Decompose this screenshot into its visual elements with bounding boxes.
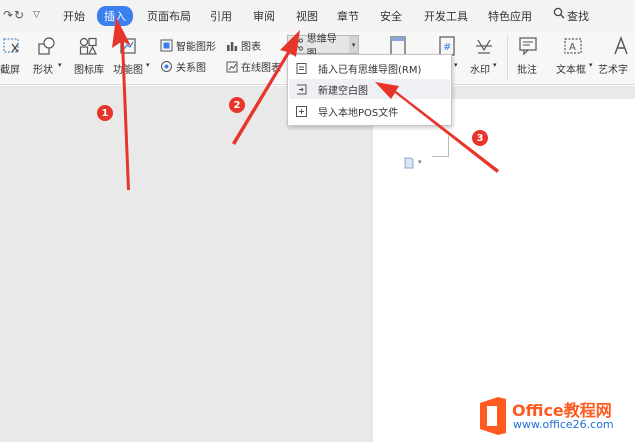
menu-special[interactable]: 特色应用 — [488, 8, 532, 24]
shapes-icon[interactable] — [37, 36, 57, 56]
comment-icon[interactable] — [518, 36, 538, 56]
document-icon — [296, 62, 307, 74]
svg-text:A: A — [569, 42, 576, 53]
chart-label: 图表 — [241, 42, 261, 53]
comment-button[interactable]: 批注 — [517, 61, 537, 76]
smart-graphic-button[interactable]: 智能图形 — [160, 38, 216, 53]
wordart-button[interactable]: 艺术字 — [598, 61, 628, 76]
menu-section[interactable]: 章节 — [337, 8, 359, 24]
menu-security[interactable]: 安全 — [380, 8, 402, 24]
chart-icon — [227, 41, 238, 51]
menu-insert[interactable]: 插入 — [97, 6, 133, 26]
refresh-icon[interactable]: ↻ — [14, 8, 24, 22]
watermark-dropdown-icon[interactable]: ▾ — [493, 61, 497, 69]
page-number-dropdown-icon[interactable]: ▾ — [454, 61, 458, 69]
menu-start[interactable]: 开始 — [63, 8, 85, 24]
textbox-button[interactable]: 文本框 — [556, 61, 586, 76]
mindmap-button[interactable]: 思维导图 ▾ — [287, 34, 359, 60]
textbox-dropdown-icon[interactable]: ▾ — [589, 61, 593, 69]
menu-item-label: 导入本地POS文件 — [318, 107, 399, 119]
new-file-icon — [297, 84, 307, 94]
watermark-icon[interactable] — [474, 36, 494, 56]
smart-graphic-label: 智能图形 — [176, 42, 216, 53]
mindmap-dropdown-icon[interactable]: ▾ — [349, 36, 359, 53]
menu-view[interactable]: 视图 — [296, 8, 318, 24]
step-badge: 2 — [229, 97, 245, 113]
menu-bar: ↷ ↻ ▽ 开始 插入 页面布局 引用 审阅 视图 章节 安全 开发工具 特色应… — [0, 0, 635, 32]
wordart-icon[interactable] — [611, 36, 631, 56]
page-number-icon[interactable]: # — [438, 36, 456, 56]
ribbon-divider — [507, 36, 508, 80]
online-chart-button[interactable]: 在线图表 — [226, 59, 281, 74]
watermark-button[interactable]: 水印 — [470, 61, 490, 76]
menu-review[interactable]: 审阅 — [253, 8, 275, 24]
relation-chart-label: 关系图 — [176, 63, 206, 74]
step-badge: 1 — [97, 105, 113, 121]
paste-options-dropdown-icon[interactable]: ▾ — [418, 158, 422, 166]
smart-graphic-icon — [160, 39, 173, 52]
function-chart-icon[interactable] — [119, 37, 137, 55]
screenshot-button[interactable]: 截屏 — [0, 61, 20, 76]
mindmap-icon — [291, 38, 304, 51]
search-icon[interactable] — [553, 7, 565, 22]
menu-page-layout[interactable]: 页面布局 — [147, 8, 191, 24]
menu-item-import-pos[interactable]: 导入本地POS文件 — [289, 101, 450, 121]
svg-text:#: # — [443, 42, 451, 53]
chart-button[interactable]: 图表 — [226, 38, 261, 53]
menu-reference[interactable]: 引用 — [210, 8, 232, 24]
online-chart-icon — [226, 61, 238, 72]
menu-developer[interactable]: 开发工具 — [424, 8, 468, 24]
margin-marker — [432, 156, 449, 157]
header-footer-icon[interactable] — [389, 36, 407, 56]
textbox-icon[interactable]: A — [563, 36, 583, 56]
menu-item-new-blank[interactable]: 新建空白图 — [289, 79, 450, 99]
paste-options-icon[interactable] — [403, 157, 415, 169]
icon-library-button[interactable]: 图标库 — [74, 61, 104, 76]
menu-search[interactable]: 查找 — [567, 8, 589, 24]
menu-item-insert-existing[interactable]: 插入已有思维导图(RM) — [289, 58, 450, 78]
shapes-dropdown-icon[interactable]: ▾ — [58, 61, 62, 69]
watermark-url: www.office26.com — [513, 418, 614, 431]
screenshot-icon[interactable] — [2, 37, 22, 55]
relation-chart-button[interactable]: 关系图 — [160, 59, 206, 74]
shapes-button[interactable]: 形状 — [33, 61, 53, 76]
function-chart-dropdown-icon[interactable]: ▾ — [146, 61, 150, 69]
icon-library-icon[interactable] — [78, 36, 98, 56]
relation-chart-icon — [161, 61, 172, 72]
function-chart-button[interactable]: 功能图 — [113, 61, 143, 76]
import-icon — [296, 105, 307, 117]
online-chart-label: 在线图表 — [241, 63, 281, 74]
margin-marker — [448, 136, 449, 156]
step-badge: 3 — [472, 130, 488, 146]
mindmap-dropdown-menu: 插入已有思维导图(RM) 新建空白图 导入本地POS文件 — [287, 54, 452, 126]
chevron-down-icon[interactable]: ▽ — [33, 10, 40, 20]
menu-item-label: 插入已有思维导图(RM) — [318, 64, 422, 76]
menu-item-label: 新建空白图 — [318, 85, 368, 97]
redo-icon[interactable]: ↷ — [3, 8, 13, 22]
